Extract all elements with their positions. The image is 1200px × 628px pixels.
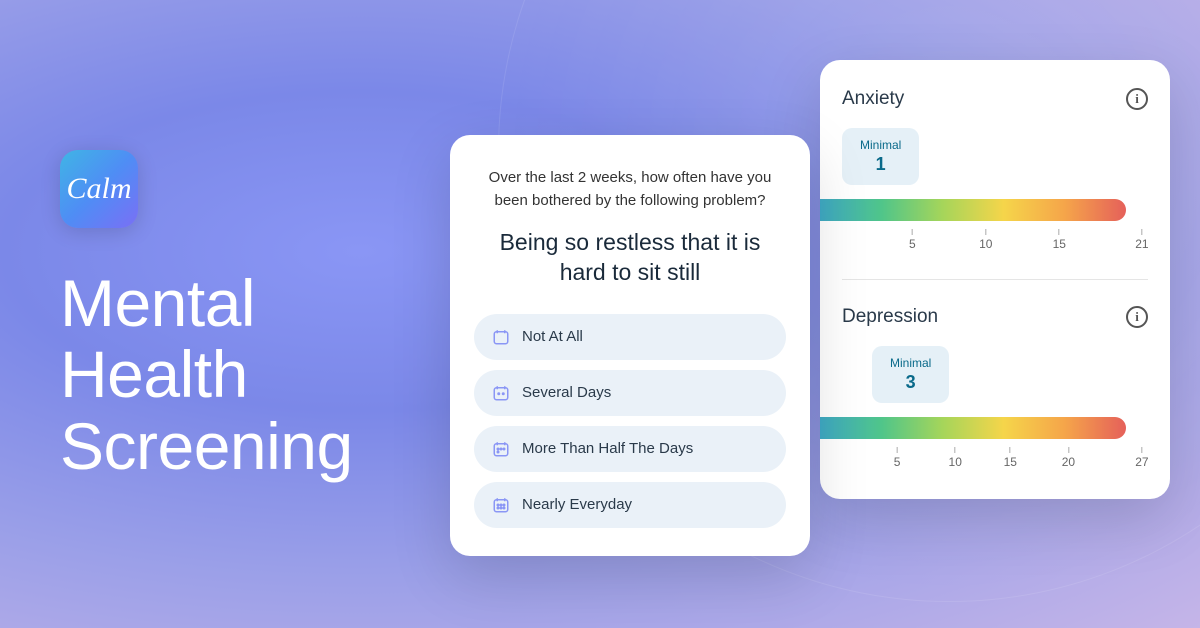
option-more-than-half[interactable]: More Than Half The Days: [474, 426, 786, 472]
depression-score-badge: Minimal 3: [872, 346, 949, 403]
calendar-icon: [492, 328, 510, 346]
results-card: Anxiety i Minimal 1 5 10 15 21 Depressio…: [820, 60, 1170, 499]
anxiety-title: Anxiety: [842, 88, 904, 110]
score-value: 1: [860, 154, 901, 175]
depression-title: Depression: [842, 306, 938, 328]
question-card: Over the last 2 weeks, how often have yo…: [450, 135, 810, 556]
option-nearly-everyday[interactable]: Nearly Everyday: [474, 482, 786, 528]
question-intro: Over the last 2 weeks, how often have yo…: [474, 167, 786, 212]
anxiety-ticks: 5 10 15 21: [842, 229, 1148, 253]
option-not-at-all[interactable]: Not At All: [474, 314, 786, 360]
calendar-icon: [492, 384, 510, 402]
page-title: Mental Health Screening: [60, 268, 353, 482]
score-category: Minimal: [860, 138, 901, 152]
option-label: Nearly Everyday: [522, 496, 632, 513]
option-label: More Than Half The Days: [522, 440, 693, 457]
anxiety-section: Anxiety i Minimal 1 5 10 15 21: [820, 88, 1170, 253]
option-label: Not At All: [522, 328, 583, 345]
info-icon[interactable]: i: [1126, 88, 1148, 110]
anxiety-gradient-scale: [820, 199, 1126, 221]
app-logo: Calm: [60, 150, 138, 228]
divider: [842, 279, 1148, 280]
option-several-days[interactable]: Several Days: [474, 370, 786, 416]
calendar-icon: [492, 440, 510, 458]
option-label: Several Days: [522, 384, 611, 401]
calendar-icon: [492, 496, 510, 514]
score-category: Minimal: [890, 356, 931, 370]
question-prompt: Being so restless that it is hard to sit…: [474, 228, 786, 288]
depression-ticks: 5 10 15 20 27: [842, 447, 1148, 471]
depression-gradient-scale: [820, 417, 1126, 439]
depression-section: Depression i Minimal 3 5 10 15 20 27: [820, 306, 1170, 471]
info-icon[interactable]: i: [1126, 306, 1148, 328]
score-value: 3: [890, 372, 931, 393]
app-logo-text: Calm: [66, 172, 131, 206]
anxiety-score-badge: Minimal 1: [842, 128, 919, 185]
